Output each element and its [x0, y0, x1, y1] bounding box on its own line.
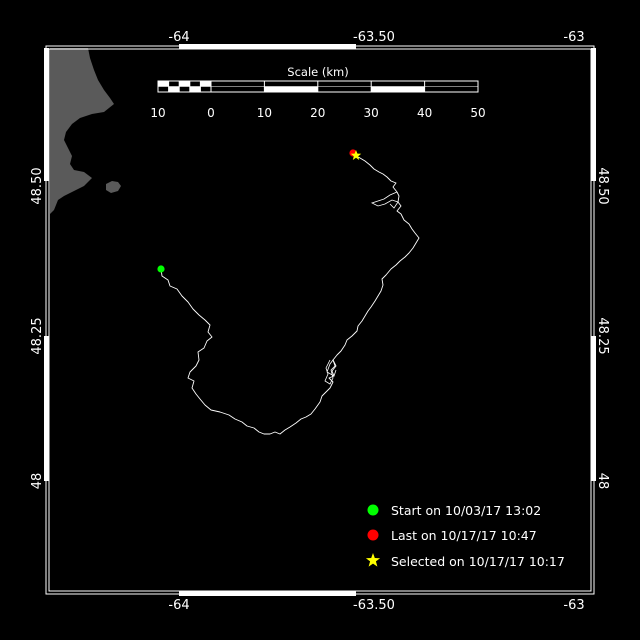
lat-label-left-1: 48.25 — [30, 317, 45, 354]
start-marker — [157, 265, 165, 273]
lon-label-top-0: -64 — [168, 30, 189, 45]
scale-bar-title: Scale (km) — [287, 65, 348, 79]
legend-start-icon — [367, 504, 379, 516]
lon-label-bottom-2: -63 — [563, 598, 584, 613]
lat-label-right-0: 48.50 — [595, 167, 610, 204]
scale-label-2: 10 — [257, 106, 272, 120]
legend-start-label: Start on 10/03/17 13:02 — [391, 503, 541, 518]
legend-last-label: Last on 10/17/17 10:47 — [391, 528, 537, 543]
lon-label-bottom-1: -63.50 — [353, 598, 395, 613]
drift-track-map: -64 -63.50 -63 -64 -63.50 -63 48.50 48.2… — [0, 0, 640, 640]
scale-label-4: 30 — [364, 106, 379, 120]
lat-label-right-2: 48 — [595, 473, 610, 490]
legend: Start on 10/03/17 13:02 Last on 10/17/17… — [365, 503, 565, 569]
scale-label-0: 10 — [150, 106, 165, 120]
lon-label-bottom-0: -64 — [168, 598, 189, 613]
lon-label-top-2: -63 — [563, 30, 584, 45]
scale-label-1: 0 — [207, 106, 215, 120]
legend-selected-label: Selected on 10/17/17 10:17 — [391, 554, 565, 569]
lat-label-left-0: 48.50 — [30, 167, 45, 204]
lat-label-right-1: 48.25 — [595, 317, 610, 354]
scale-label-6: 50 — [470, 106, 485, 120]
scale-label-5: 40 — [417, 106, 432, 120]
lon-label-top-1: -63.50 — [353, 30, 395, 45]
scale-label-3: 20 — [310, 106, 325, 120]
legend-last-icon — [367, 529, 379, 541]
lat-label-left-2: 48 — [30, 473, 45, 490]
